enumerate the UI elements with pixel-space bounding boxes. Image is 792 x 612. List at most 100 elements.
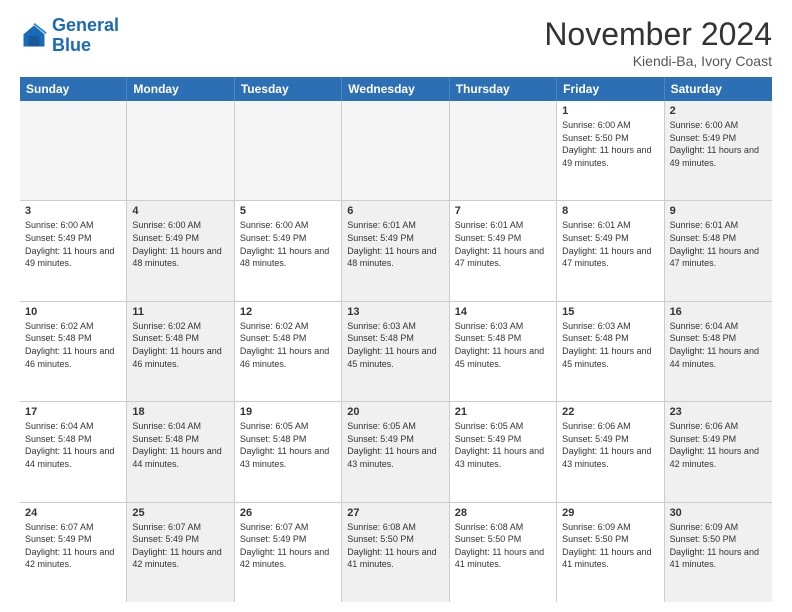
day-cell-6: 6 Sunrise: 6:01 AM Sunset: 5:49 PM Daylig… <box>342 201 449 300</box>
day-cell-23: 23 Sunrise: 6:06 AM Sunset: 5:49 PM Dayli… <box>665 402 772 501</box>
calendar-week-4: 17 Sunrise: 6:04 AM Sunset: 5:48 PM Dayli… <box>20 402 772 502</box>
day-number: 12 <box>240 306 336 318</box>
header-thursday: Thursday <box>450 77 557 101</box>
day-details: Sunrise: 6:02 AM Sunset: 5:48 PM Dayligh… <box>132 320 228 370</box>
calendar-week-3: 10 Sunrise: 6:02 AM Sunset: 5:48 PM Dayli… <box>20 302 772 402</box>
day-cell-15: 15 Sunrise: 6:03 AM Sunset: 5:48 PM Dayli… <box>557 302 664 401</box>
page: General Blue November 2024 Kiendi-Ba, Iv… <box>0 0 792 612</box>
day-cell-29: 29 Sunrise: 6:09 AM Sunset: 5:50 PM Dayli… <box>557 503 664 602</box>
day-cell-4: 4 Sunrise: 6:00 AM Sunset: 5:49 PM Daylig… <box>127 201 234 300</box>
logo-icon <box>20 22 48 50</box>
day-details: Sunrise: 6:07 AM Sunset: 5:49 PM Dayligh… <box>25 521 121 571</box>
day-number: 19 <box>240 406 336 418</box>
calendar-body: 1Sunrise: 6:00 AM Sunset: 5:50 PM Daylig… <box>20 101 772 602</box>
day-number: 7 <box>455 205 551 217</box>
header-saturday: Saturday <box>665 77 772 101</box>
day-number: 26 <box>240 507 336 519</box>
day-details: Sunrise: 6:01 AM Sunset: 5:48 PM Dayligh… <box>670 219 767 269</box>
empty-cell <box>342 101 449 200</box>
day-details: Sunrise: 6:00 AM Sunset: 5:49 PM Dayligh… <box>240 219 336 269</box>
header-friday: Friday <box>557 77 664 101</box>
day-cell-30: 30 Sunrise: 6:09 AM Sunset: 5:50 PM Dayli… <box>665 503 772 602</box>
day-cell-21: 21 Sunrise: 6:05 AM Sunset: 5:49 PM Dayli… <box>450 402 557 501</box>
day-cell-2: 2 Sunrise: 6:00 AM Sunset: 5:49 PM Daylig… <box>665 101 772 200</box>
day-number: 11 <box>132 306 228 318</box>
day-number: 8 <box>562 205 658 217</box>
day-cell-24: 24 Sunrise: 6:07 AM Sunset: 5:49 PM Dayli… <box>20 503 127 602</box>
day-number: 6 <box>347 205 443 217</box>
day-details: Sunrise: 6:09 AM Sunset: 5:50 PM Dayligh… <box>562 521 658 571</box>
calendar-week-5: 24 Sunrise: 6:07 AM Sunset: 5:49 PM Dayli… <box>20 503 772 602</box>
empty-cell <box>127 101 234 200</box>
logo-line2: Blue <box>52 35 91 55</box>
day-cell-9: 9 Sunrise: 6:01 AM Sunset: 5:48 PM Daylig… <box>665 201 772 300</box>
header-wednesday: Wednesday <box>342 77 449 101</box>
day-cell-19: 19 Sunrise: 6:05 AM Sunset: 5:48 PM Dayli… <box>235 402 342 501</box>
day-details: Sunrise: 6:02 AM Sunset: 5:48 PM Dayligh… <box>25 320 121 370</box>
day-cell-27: 27Sunrise: 6:08 AM Sunset: 5:50 PM Dayli… <box>342 503 449 602</box>
day-details: Sunrise: 6:00 AM Sunset: 5:49 PM Dayligh… <box>25 219 121 269</box>
day-details: Sunrise: 6:00 AM Sunset: 5:49 PM Dayligh… <box>132 219 228 269</box>
day-number: 13 <box>347 306 443 318</box>
day-details: Sunrise: 6:08 AM Sunset: 5:50 PM Dayligh… <box>347 521 443 571</box>
calendar-week-2: 3 Sunrise: 6:00 AM Sunset: 5:49 PM Daylig… <box>20 201 772 301</box>
day-cell-7: 7 Sunrise: 6:01 AM Sunset: 5:49 PM Daylig… <box>450 201 557 300</box>
day-cell-3: 3 Sunrise: 6:00 AM Sunset: 5:49 PM Daylig… <box>20 201 127 300</box>
day-cell-22: 22 Sunrise: 6:06 AM Sunset: 5:49 PM Dayli… <box>557 402 664 501</box>
day-details: Sunrise: 6:06 AM Sunset: 5:49 PM Dayligh… <box>670 420 767 470</box>
day-number: 2 <box>670 105 767 117</box>
day-number: 25 <box>132 507 228 519</box>
day-number: 29 <box>562 507 658 519</box>
day-cell-28: 28 Sunrise: 6:08 AM Sunset: 5:50 PM Dayli… <box>450 503 557 602</box>
day-cell-18: 18Sunrise: 6:04 AM Sunset: 5:48 PM Dayli… <box>127 402 234 501</box>
day-details: Sunrise: 6:09 AM Sunset: 5:50 PM Dayligh… <box>670 521 767 571</box>
day-number: 17 <box>25 406 121 418</box>
day-number: 30 <box>670 507 767 519</box>
day-cell-25: 25 Sunrise: 6:07 AM Sunset: 5:49 PM Dayli… <box>127 503 234 602</box>
page-header: General Blue November 2024 Kiendi-Ba, Iv… <box>20 16 772 69</box>
day-cell-14: 14 Sunrise: 6:03 AM Sunset: 5:48 PM Dayli… <box>450 302 557 401</box>
day-number: 21 <box>455 406 551 418</box>
location: Kiendi-Ba, Ivory Coast <box>544 53 772 69</box>
day-number: 14 <box>455 306 551 318</box>
day-number: 9 <box>670 205 767 217</box>
day-cell-12: 12Sunrise: 6:02 AM Sunset: 5:48 PM Dayli… <box>235 302 342 401</box>
logo: General Blue <box>20 16 119 56</box>
header-monday: Monday <box>127 77 234 101</box>
day-number: 23 <box>670 406 767 418</box>
empty-cell <box>235 101 342 200</box>
day-number: 16 <box>670 306 767 318</box>
day-details: Sunrise: 6:05 AM Sunset: 5:48 PM Dayligh… <box>240 420 336 470</box>
day-details: Sunrise: 6:00 AM Sunset: 5:49 PM Dayligh… <box>670 119 767 169</box>
day-details: Sunrise: 6:04 AM Sunset: 5:48 PM Dayligh… <box>132 420 228 470</box>
day-details: Sunrise: 6:03 AM Sunset: 5:48 PM Dayligh… <box>562 320 658 370</box>
day-details: Sunrise: 6:05 AM Sunset: 5:49 PM Dayligh… <box>347 420 443 470</box>
day-number: 24 <box>25 507 121 519</box>
day-details: Sunrise: 6:04 AM Sunset: 5:48 PM Dayligh… <box>25 420 121 470</box>
day-details: Sunrise: 6:01 AM Sunset: 5:49 PM Dayligh… <box>347 219 443 269</box>
day-details: Sunrise: 6:05 AM Sunset: 5:49 PM Dayligh… <box>455 420 551 470</box>
day-number: 22 <box>562 406 658 418</box>
day-details: Sunrise: 6:03 AM Sunset: 5:48 PM Dayligh… <box>347 320 443 370</box>
day-number: 20 <box>347 406 443 418</box>
day-cell-26: 26Sunrise: 6:07 AM Sunset: 5:49 PM Dayli… <box>235 503 342 602</box>
day-details: Sunrise: 6:08 AM Sunset: 5:50 PM Dayligh… <box>455 521 551 571</box>
month-title: November 2024 <box>544 16 772 53</box>
day-cell-5: 5Sunrise: 6:00 AM Sunset: 5:49 PM Daylig… <box>235 201 342 300</box>
day-number: 4 <box>132 205 228 217</box>
day-details: Sunrise: 6:07 AM Sunset: 5:49 PM Dayligh… <box>132 521 228 571</box>
day-details: Sunrise: 6:06 AM Sunset: 5:49 PM Dayligh… <box>562 420 658 470</box>
day-number: 28 <box>455 507 551 519</box>
day-details: Sunrise: 6:01 AM Sunset: 5:49 PM Dayligh… <box>455 219 551 269</box>
header-tuesday: Tuesday <box>235 77 342 101</box>
day-cell-1: 1Sunrise: 6:00 AM Sunset: 5:50 PM Daylig… <box>557 101 664 200</box>
day-details: Sunrise: 6:03 AM Sunset: 5:48 PM Dayligh… <box>455 320 551 370</box>
day-number: 10 <box>25 306 121 318</box>
day-cell-20: 20 Sunrise: 6:05 AM Sunset: 5:49 PM Dayli… <box>342 402 449 501</box>
day-number: 15 <box>562 306 658 318</box>
day-number: 3 <box>25 205 121 217</box>
title-block: November 2024 Kiendi-Ba, Ivory Coast <box>544 16 772 69</box>
calendar-week-1: 1Sunrise: 6:00 AM Sunset: 5:50 PM Daylig… <box>20 101 772 201</box>
day-number: 1 <box>562 105 658 117</box>
logo-line1: General <box>52 15 119 35</box>
